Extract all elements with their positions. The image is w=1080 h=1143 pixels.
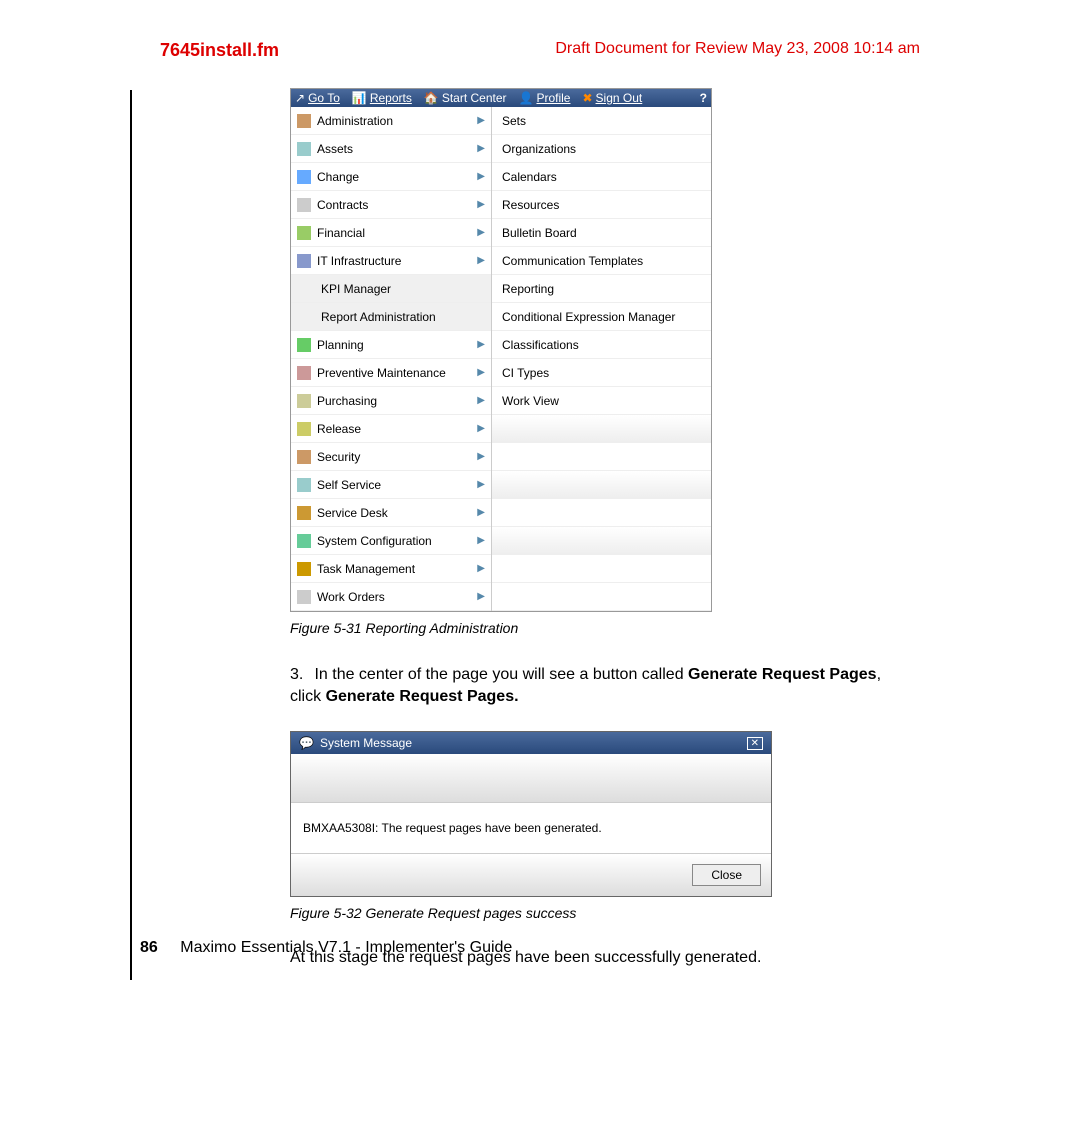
menu-bulletin-board[interactable]: Bulletin Board (492, 219, 711, 247)
figure-5-32-caption: Figure 5-32 Generate Request pages succe… (290, 905, 900, 921)
empty-row (492, 415, 711, 443)
reports-menu[interactable]: 📊 Reports (352, 91, 412, 105)
menu-contracts[interactable]: Contracts▶ (291, 191, 491, 219)
menu-work-view[interactable]: Work View (492, 387, 711, 415)
menu-release[interactable]: Release▶ (291, 415, 491, 443)
help-icon[interactable]: ? (700, 91, 707, 105)
step-3: 3. In the center of the page you will se… (290, 664, 900, 707)
menu-administration[interactable]: Administration▶ (291, 107, 491, 135)
figure-5-31-screenshot: ↗ Go To 📊 Reports 🏠 Start Center 👤 Profi… (290, 88, 712, 612)
dialog-footer: Close (291, 854, 771, 896)
menu-change[interactable]: Change▶ (291, 163, 491, 191)
dialog-header-area (291, 754, 771, 803)
right-menu-column: Sets Organizations Calendars Resources B… (492, 107, 711, 611)
menu-resources[interactable]: Resources (492, 191, 711, 219)
empty-row (492, 443, 711, 471)
close-button[interactable]: Close (692, 864, 761, 886)
submenu-report-administration[interactable]: Report Administration (291, 303, 491, 331)
menu-financial[interactable]: Financial▶ (291, 219, 491, 247)
menu-reporting[interactable]: Reporting (492, 275, 711, 303)
dialog-titlebar: 💬 System Message ✕ (291, 732, 771, 754)
message-icon: 💬 (299, 736, 314, 750)
empty-row (492, 527, 711, 555)
menu-ci-types[interactable]: CI Types (492, 359, 711, 387)
header: 7645install.fm Draft Document for Review… (60, 40, 1020, 58)
menu-service-desk[interactable]: Service Desk▶ (291, 499, 491, 527)
goto-menu[interactable]: ↗ Go To (295, 91, 340, 105)
menu-purchasing[interactable]: Purchasing▶ (291, 387, 491, 415)
menu-sets[interactable]: Sets (492, 107, 711, 135)
page-number: 86 (140, 939, 158, 956)
menu-planning[interactable]: Planning▶ (291, 331, 491, 359)
menu-classifications[interactable]: Classifications (492, 331, 711, 359)
menu-system-configuration[interactable]: System Configuration▶ (291, 527, 491, 555)
margin-rule (130, 90, 132, 980)
empty-row (492, 583, 711, 611)
submenu-kpi-manager[interactable]: KPI Manager (291, 275, 491, 303)
menu-calendars[interactable]: Calendars (492, 163, 711, 191)
signout-menu[interactable]: ✖ Sign Out (582, 91, 642, 105)
profile-menu[interactable]: 👤 Profile (519, 91, 571, 105)
book-title: Maximo Essentials V7.1 - Implementer's G… (180, 939, 512, 956)
page: 7645install.fm Draft Document for Review… (0, 0, 1080, 1007)
dialog-title-text: System Message (320, 736, 412, 750)
menu-assets[interactable]: Assets▶ (291, 135, 491, 163)
step-bold-1: Generate Request Pages (688, 666, 877, 683)
draft-notice: Draft Document for Review May 23, 2008 1… (555, 40, 920, 58)
menu-organizations[interactable]: Organizations (492, 135, 711, 163)
dialog-close-icon[interactable]: ✕ (747, 737, 763, 750)
menu-work-orders[interactable]: Work Orders▶ (291, 583, 491, 611)
start-center-menu[interactable]: 🏠 Start Center (424, 91, 507, 105)
menu-communication-templates[interactable]: Communication Templates (492, 247, 711, 275)
content: ↗ Go To 📊 Reports 🏠 Start Center 👤 Profi… (290, 88, 900, 967)
menu-security[interactable]: Security▶ (291, 443, 491, 471)
step-text-1: In the center of the page you will see a… (314, 666, 688, 683)
menu-self-service[interactable]: Self Service▶ (291, 471, 491, 499)
filename: 7645install.fm (160, 40, 279, 61)
empty-row (492, 555, 711, 583)
menu-conditional-expression-manager[interactable]: Conditional Expression Manager (492, 303, 711, 331)
menu-preventive-maintenance[interactable]: Preventive Maintenance▶ (291, 359, 491, 387)
dialog-message: BMXAA5308I: The request pages have been … (291, 803, 771, 854)
figure-5-32-dialog: 💬 System Message ✕ BMXAA5308I: The reques… (290, 731, 772, 897)
figure-5-31-caption: Figure 5-31 Reporting Administration (290, 620, 900, 636)
step-number: 3. (290, 664, 310, 686)
app-menubar: ↗ Go To 📊 Reports 🏠 Start Center 👤 Profi… (291, 89, 711, 107)
page-footer: 86 Maximo Essentials V7.1 - Implementer'… (140, 939, 512, 957)
empty-row (492, 499, 711, 527)
left-menu-column: Administration▶ Assets▶ Change▶ Contract… (291, 107, 492, 611)
menu-it-infrastructure[interactable]: IT Infrastructure▶ (291, 247, 491, 275)
empty-row (492, 471, 711, 499)
step-bold-2: Generate Request Pages. (326, 688, 519, 705)
menu-task-management[interactable]: Task Management▶ (291, 555, 491, 583)
